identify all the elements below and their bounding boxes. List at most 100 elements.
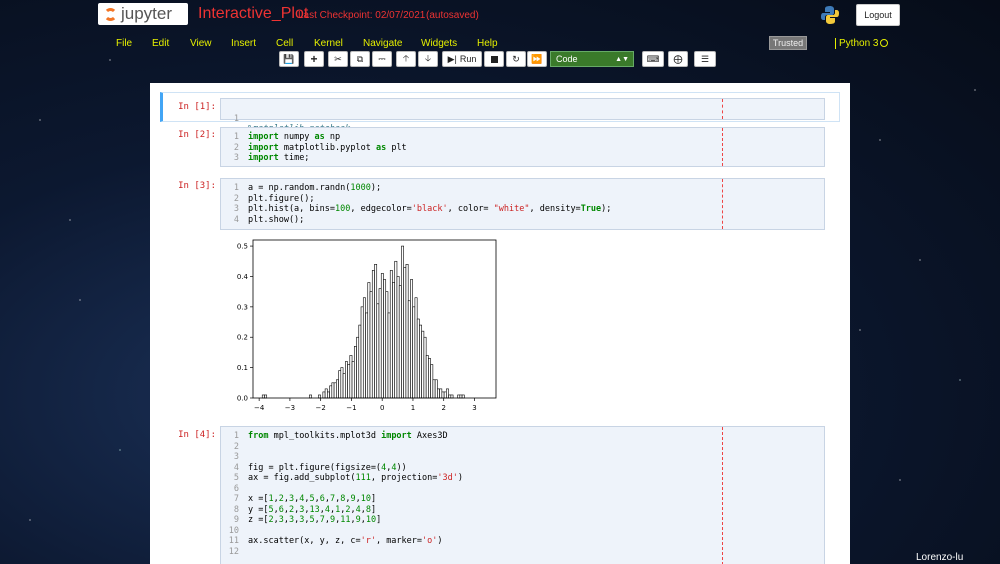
copy-button[interactable]: ⧉: [350, 51, 370, 67]
histogram-bar: [385, 291, 389, 399]
menu-navigate[interactable]: Navigate: [363, 38, 402, 49]
histogram-bar: [401, 245, 404, 399]
menu-cell[interactable]: Cell: [276, 38, 293, 49]
cut-button[interactable]: ✂: [328, 51, 348, 67]
histogram-bar: [446, 388, 449, 399]
histogram-bar: [324, 388, 328, 399]
histogram-bar: [358, 324, 362, 399]
x-tick-label: 0: [380, 404, 384, 412]
x-tick-label: −4: [254, 404, 265, 412]
histogram-bar: [327, 391, 330, 399]
menu-edit[interactable]: Edit: [152, 38, 169, 49]
menu-insert[interactable]: Insert: [231, 38, 256, 49]
histogram-bar: [428, 358, 431, 399]
cell-4-prompt: In [4]:: [178, 430, 216, 440]
histogram-bar: [309, 394, 312, 399]
fast-forward-icon: ⏩: [531, 53, 543, 64]
code-line: 4 fig = plt.figure(figsize=(4,4)): [233, 462, 407, 473]
cell-type-select[interactable]: Code ▲▼: [550, 51, 634, 67]
y-tick-label: 0.0: [237, 395, 248, 403]
menu-widgets[interactable]: Widgets: [421, 38, 457, 49]
histogram-bar: [419, 324, 422, 399]
histogram-bar: [423, 336, 427, 399]
code-line: 8y =[5,6,2,3,13,4,1,2,4,8]: [233, 504, 377, 515]
notebook-title[interactable]: Interactive_Plot: [198, 5, 308, 23]
code-line: 3 import time;: [233, 153, 310, 163]
save-button[interactable]: 💾: [279, 51, 299, 67]
restart-button[interactable]: ↻: [506, 51, 526, 67]
paste-button[interactable]: ⎓: [372, 51, 392, 67]
move-down-button[interactable]: 🡣: [418, 51, 438, 67]
histogram-bar: [322, 391, 326, 399]
histogram-bar: [336, 379, 339, 399]
run-button[interactable]: ▶| Run: [442, 51, 482, 67]
histogram-bar: [331, 382, 335, 399]
menu-help[interactable]: Help: [477, 38, 498, 49]
menu-kernel[interactable]: Kernel: [314, 38, 343, 49]
arrow-up-icon: 🡡: [402, 53, 410, 63]
histogram-bar: [407, 300, 411, 399]
histogram-bar: [347, 364, 351, 399]
histogram-bar: [421, 330, 425, 399]
histogram-bar: [371, 270, 375, 399]
histogram-bar: [434, 379, 438, 399]
menu-view[interactable]: View: [190, 38, 212, 49]
histogram-bar: [414, 297, 418, 399]
histogram-bar: [437, 388, 440, 399]
histogram-bar: [264, 394, 268, 399]
logout-button[interactable]: Logout: [856, 4, 900, 26]
code-line: 12: [228, 546, 239, 557]
cell-1-input[interactable]: 1 %matplotlib notebook: [220, 98, 825, 134]
crosshair-button[interactable]: ⨁: [668, 51, 688, 67]
histogram-bar: [338, 370, 342, 399]
histogram-bar: [329, 385, 333, 399]
crosshair-icon: ⨁: [673, 53, 683, 64]
histogram-bar: [261, 394, 265, 399]
histogram-bar: [459, 394, 463, 399]
cell-4-input[interactable]: 1 from mpl_toolkits.mplot3d import Axes3D…: [220, 426, 825, 564]
kernel-idle-indicator: [880, 39, 888, 47]
code-line: 2: [233, 441, 239, 452]
histogram-bar: [425, 355, 429, 399]
restart-icon: ↻: [512, 53, 520, 64]
code-line: 1a = np.random.randn(1000);: [233, 183, 382, 193]
trusted-badge[interactable]: Trusted: [769, 36, 807, 50]
jupyter-logo[interactable]: jupyter: [98, 3, 188, 25]
histogram-bar: [369, 291, 373, 399]
cell-2-input[interactable]: 1 import numpy as np 2 import matplotlib.p…: [220, 127, 825, 167]
y-tick-label: 0.4: [237, 273, 249, 281]
select-arrows-icon: ▲▼: [615, 55, 629, 63]
histogram-bar: [340, 367, 344, 399]
histogram-bar: [378, 288, 382, 399]
keyboard-icon: ⌨: [646, 53, 660, 64]
move-up-button[interactable]: 🡡: [396, 51, 416, 67]
histogram-bar: [345, 361, 348, 399]
histogram-bar: [387, 312, 391, 399]
code-line: 4 plt.show();: [233, 214, 305, 225]
histogram-bar: [430, 364, 434, 399]
kernel-name[interactable]: Python 3: [835, 38, 878, 49]
logo-text: jupyter: [121, 4, 173, 23]
code-line: 1 from mpl_toolkits.mplot3d import Axes3D: [233, 431, 448, 441]
interrupt-button[interactable]: [484, 51, 504, 67]
copy-icon: ⧉: [356, 53, 364, 64]
histogram-bar: [349, 355, 353, 399]
list-button[interactable]: ☰: [694, 51, 716, 67]
checkpoint-status: Last Checkpoint: 02/07/2021: [298, 10, 426, 21]
cell-3-input[interactable]: 1a = np.random.randn(1000); 2 plt.figure(…: [220, 178, 825, 230]
histogram-bar: [416, 318, 420, 399]
histogram-bar: [412, 306, 416, 399]
histogram-bar: [461, 394, 465, 399]
code-line: 2 import matplotlib.pyplot as plt: [233, 142, 407, 153]
code-line: 1 import numpy as np: [233, 132, 341, 142]
restart-run-all-button[interactable]: ⏩: [527, 51, 547, 67]
code-line: 9z =[2,3,3,3,5,7,9,11,9,10]: [233, 515, 382, 525]
insert-cell-button[interactable]: +: [304, 51, 324, 67]
watermark: Lorenzo-lu: [916, 552, 964, 563]
histogram-bar: [333, 382, 337, 399]
arrow-down-icon: 🡣: [424, 53, 432, 63]
command-palette-button[interactable]: ⌨: [642, 51, 664, 67]
y-tick-label: 0.5: [237, 243, 248, 251]
menu-file[interactable]: File: [116, 38, 132, 49]
code-line: 6: [233, 483, 239, 494]
